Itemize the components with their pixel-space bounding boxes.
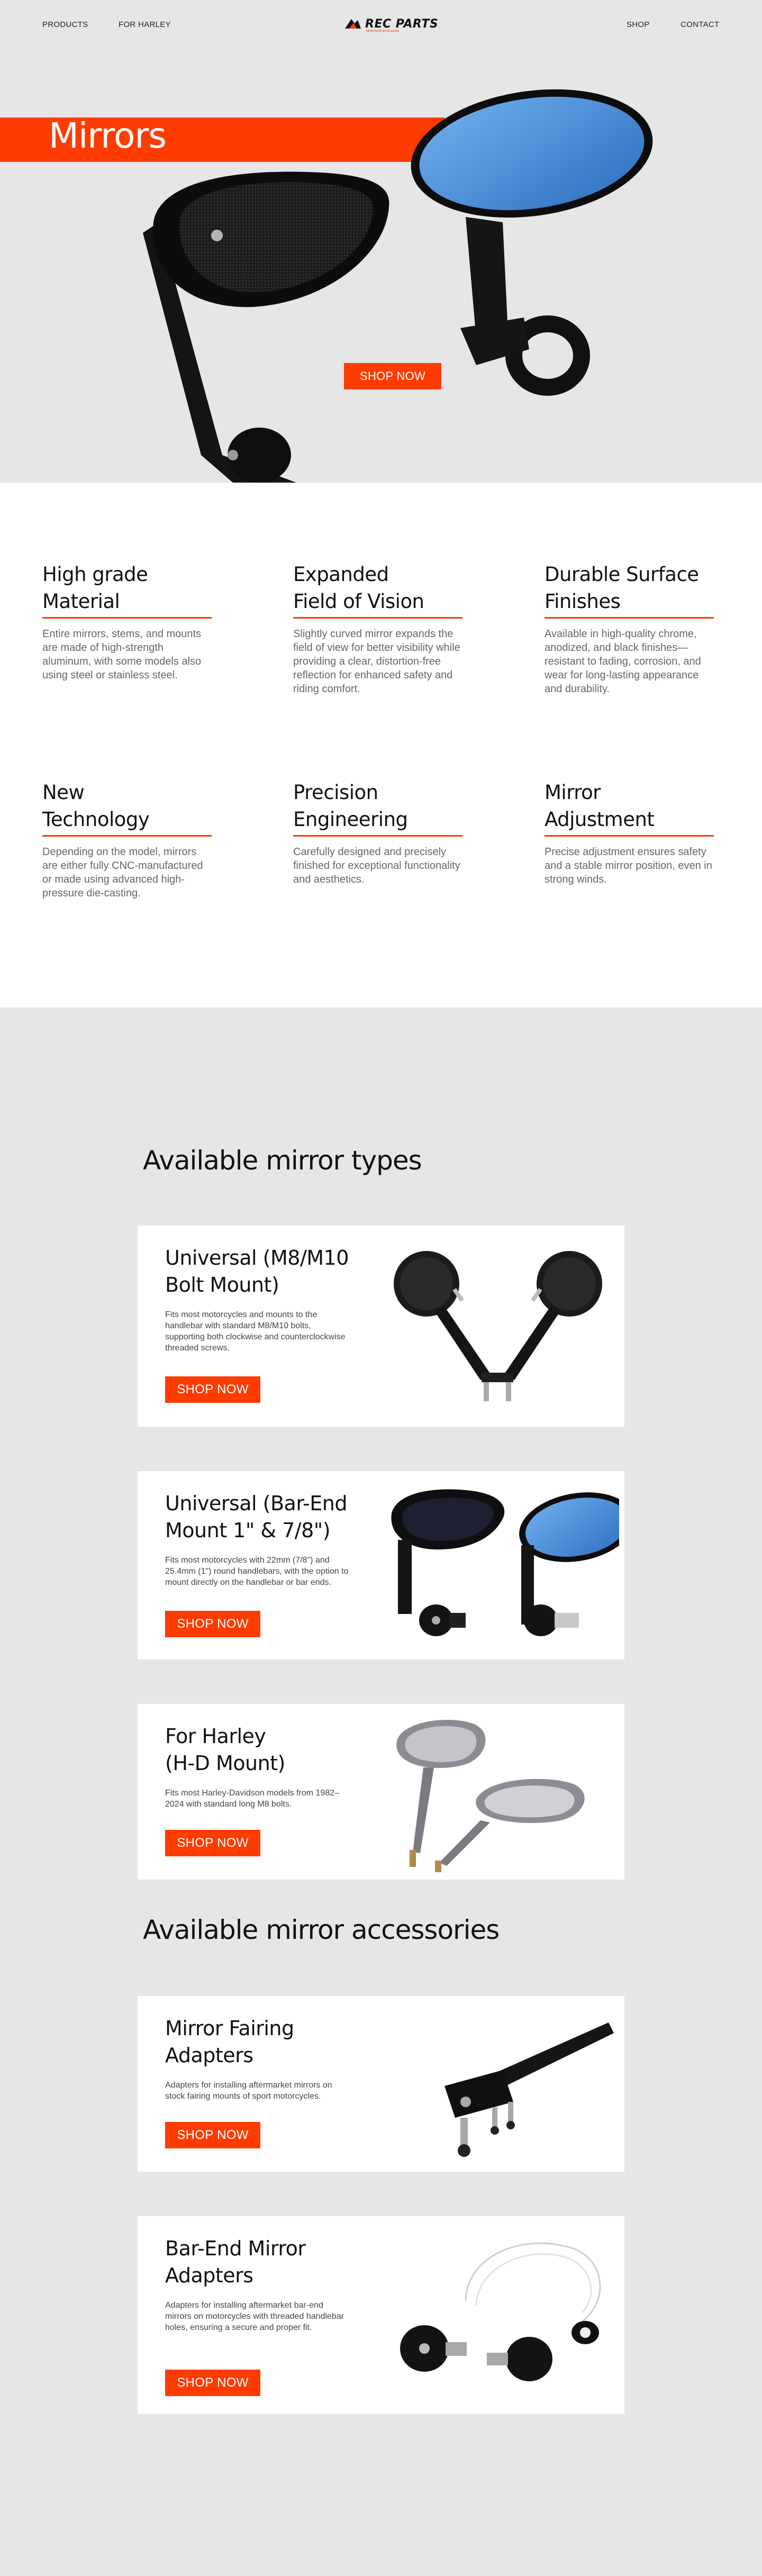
feature-title: Mirror Adjustment: [545, 779, 714, 837]
card-title: Universal (Bar-End Mount 1" & 7/8"): [165, 1492, 347, 1542]
mirror-types-title: Available mirror types: [143, 1145, 422, 1176]
feature-title: Precision Engineering: [293, 779, 462, 837]
mirror-types-section: Available mirror types Universal (M8/M10…: [0, 1008, 762, 2576]
feature-title: High grade Material: [42, 561, 212, 619]
card-text: Fits most motorcycles with 22mm (7/8") a…: [165, 1556, 349, 1587]
feature-adjustment: Mirror Adjustment Precise adjustment ens…: [545, 779, 714, 886]
bar-end-mirror-image: [391, 1489, 619, 1636]
feature-engineering: Precision Engineering Carefully designed…: [293, 779, 462, 886]
nav-for-harley[interactable]: FOR HARLEY: [119, 20, 171, 29]
feature-text: Carefully designed and precisely finishe…: [293, 846, 460, 885]
card-title: For Harley (H-D Mount): [165, 1725, 285, 1775]
card-shop-now-button[interactable]: SHOP NOW: [165, 1376, 260, 1403]
feature-material: High grade Material Entire mirrors, stem…: [42, 561, 212, 682]
fairing-adapter-image: [444, 2022, 614, 2157]
hero-section: Mirrors SHOP NOW: [0, 0, 762, 483]
product-card-universal-bar-end[interactable]: Universal (Bar-End Mount 1" & 7/8") Fits…: [138, 1471, 624, 1659]
bolt-mount-mirror-image: [394, 1251, 602, 1401]
top-navigation: PRODUCTS FOR HARLEY REC PARTS Motorcycle…: [0, 0, 762, 49]
feature-text: Entire mirrors, stems, and mounts are ma…: [42, 628, 202, 681]
card-shop-now-button[interactable]: SHOP NOW: [165, 1611, 260, 1637]
hero-shop-now-button[interactable]: SHOP NOW: [344, 363, 441, 389]
accessory-card-bar-end-adapters[interactable]: Bar-End Mirror Adapters Adapters for ins…: [138, 2216, 624, 2414]
feature-finishes: Durable Surface Finishes Available in hi…: [545, 561, 714, 696]
feature-title: Expanded Field of Vision: [293, 561, 462, 619]
logo-tagline: Motorcycle accessories: [366, 30, 400, 33]
product-card-universal-bolt[interactable]: Universal (M8/M10 Bolt Mount) Fits most …: [138, 1226, 624, 1427]
feature-text: Depending on the model, mirrors are eith…: [42, 846, 203, 899]
card-text: Fits most Harley-Davidson models from 19…: [165, 1789, 340, 1809]
rec-parts-logo-icon: [345, 19, 361, 29]
feature-title: Durable Surface Finishes: [545, 561, 714, 619]
features-section: High grade Material Entire mirrors, stem…: [0, 483, 762, 1008]
card-shop-now-button[interactable]: SHOP NOW: [165, 2122, 260, 2148]
nav-shop[interactable]: SHOP: [627, 20, 650, 29]
logo[interactable]: REC PARTS Motorcycle accessories: [344, 16, 439, 33]
card-title: Bar-End Mirror Adapters: [165, 2237, 306, 2287]
hero-mirrors-image: [143, 89, 653, 483]
bar-end-adapter-image: [400, 2242, 601, 2381]
logo-text: REC PARTS: [365, 17, 439, 31]
card-shop-now-button[interactable]: SHOP NOW: [165, 1830, 260, 1856]
card-text: Adapters for installing aftermarket mirr…: [165, 2081, 332, 2101]
card-title: Universal (M8/M10 Bolt Mount): [165, 1246, 349, 1296]
product-card-harley[interactable]: For Harley (H-D Mount) Fits most Harley-…: [138, 1704, 624, 1880]
feature-text: Slightly curved mirror expands the field…: [293, 628, 460, 695]
card-text: Adapters for installing aftermarket bar-…: [165, 2301, 344, 2332]
feature-technology: New Technology Depending on the model, m…: [42, 779, 212, 900]
nav-products[interactable]: PRODUCTS: [42, 20, 88, 29]
feature-text: Precise adjustment ensures safety and a …: [545, 846, 712, 885]
card-title: Mirror Fairing Adapters: [165, 2017, 294, 2067]
harley-mirror-image: [396, 1720, 585, 1872]
accessory-card-fairing-adapters[interactable]: Mirror Fairing Adapters Adapters for ins…: [138, 1996, 624, 2172]
card-shop-now-button[interactable]: SHOP NOW: [165, 2370, 260, 2396]
nav-contact[interactable]: CONTACT: [681, 20, 719, 29]
feature-field-of-vision: Expanded Field of Vision Slightly curved…: [293, 561, 462, 696]
feature-text: Available in high-quality chrome, anodiz…: [545, 628, 701, 695]
mirror-accessories-title: Available mirror accessories: [143, 1915, 500, 1945]
feature-title: New Technology: [42, 779, 212, 837]
card-text: Fits most motorcycles and mounts to the …: [165, 1310, 346, 1353]
